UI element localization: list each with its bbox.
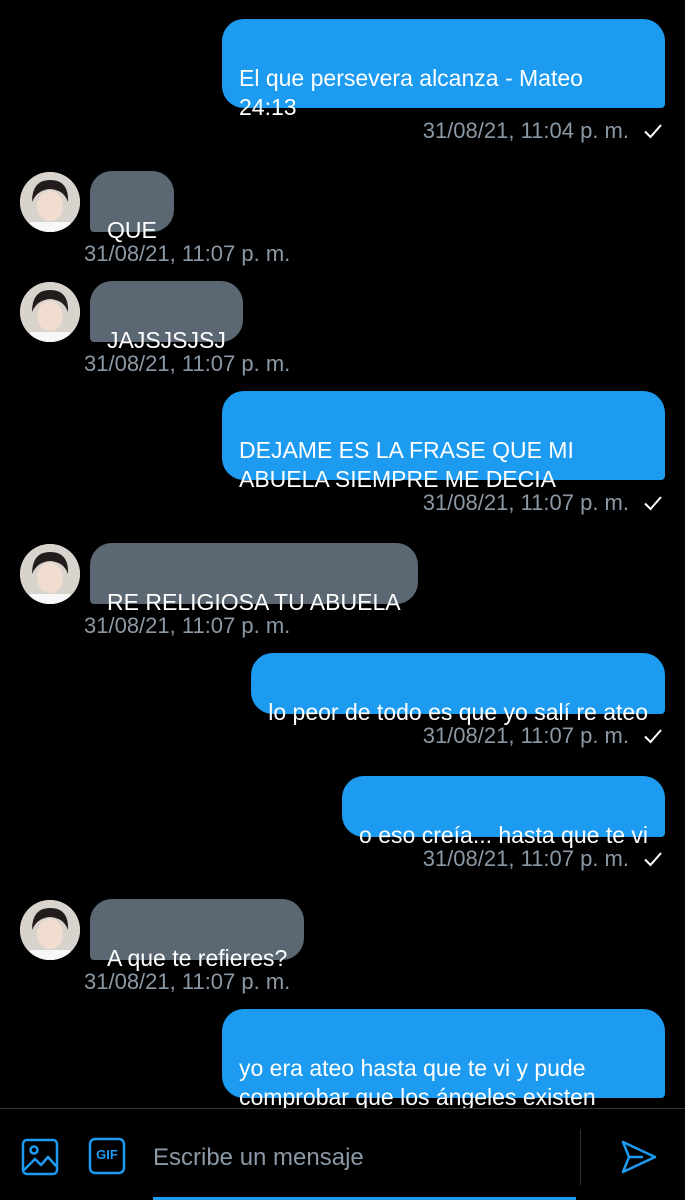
avatar[interactable] [20,282,80,342]
incoming-message-bubble[interactable]: JAJSJSJSJ [90,281,243,353]
message-text: o eso creía... hasta que te vi [359,822,648,848]
message-timestamp: 31/08/21, 11:07 p. m. [84,351,291,376]
sent-check-icon [644,496,662,511]
composer-divider [580,1129,581,1185]
message-text: El que persevera alcanza - Mateo 24:13 [239,65,583,120]
message-text: yo era ateo hasta que te vi y pude compr… [239,1055,596,1110]
incoming-message-bubble[interactable]: A que te refieres? [90,899,305,971]
message-timestamp: 31/08/21, 11:07 p. m. [84,613,291,638]
message-timestamp: 31/08/21, 11:07 p. m. [84,241,291,266]
image-icon[interactable] [20,1137,60,1177]
message-timestamp: 31/08/21, 11:04 p. m. [422,118,629,143]
avatar[interactable] [20,172,80,232]
message-text: RE RELIGIOSA TU ABUELA [107,589,401,615]
sent-check-icon [644,729,662,744]
message-text: DEJAME ES LA FRASE QUE MI ABUELA SIEMPRE… [239,437,574,492]
message-timestamp: 31/08/21, 11:07 p. m. [84,969,291,994]
message-timestamp: 31/08/21, 11:07 p. m. [422,846,629,871]
sent-check-icon [644,124,662,139]
message-input-container [153,1133,576,1200]
message-text: lo peor de todo es que yo salí re ateo [268,699,648,725]
incoming-message-bubble[interactable]: RE RELIGIOSA TU ABUELA [90,543,418,615]
outgoing-message-bubble[interactable]: DEJAME ES LA FRASE QUE MI ABUELA SIEMPRE… [222,391,665,492]
message-text: A que te refieres? [107,945,288,971]
gif-icon[interactable]: GIF [88,1137,128,1177]
incoming-message-bubble[interactable]: QUE [90,171,174,243]
send-icon[interactable] [619,1137,659,1177]
outgoing-message-bubble[interactable]: El que persevera alcanza - Mateo 24:13 [222,19,665,120]
message-timestamp: 31/08/21, 11:07 p. m. [422,723,629,748]
outgoing-message-bubble[interactable]: o eso creía... hasta que te vi [342,776,665,848]
message-thread: El que persevera alcanza - Mateo 24:13 3… [0,0,685,1110]
sent-check-icon [644,852,662,867]
avatar[interactable] [20,544,80,604]
message-text: QUE [107,217,157,243]
message-composer: GIF [0,1108,685,1200]
avatar[interactable] [20,900,80,960]
message-input[interactable] [153,1133,576,1183]
message-timestamp: 31/08/21, 11:07 p. m. [422,490,629,515]
message-text: JAJSJSJSJ [107,327,226,353]
outgoing-message-bubble[interactable]: lo peor de todo es que yo salí re ateo [251,653,665,725]
gif-label: GIF [96,1147,118,1162]
outgoing-message-bubble[interactable]: yo era ateo hasta que te vi y pude compr… [222,1009,665,1110]
